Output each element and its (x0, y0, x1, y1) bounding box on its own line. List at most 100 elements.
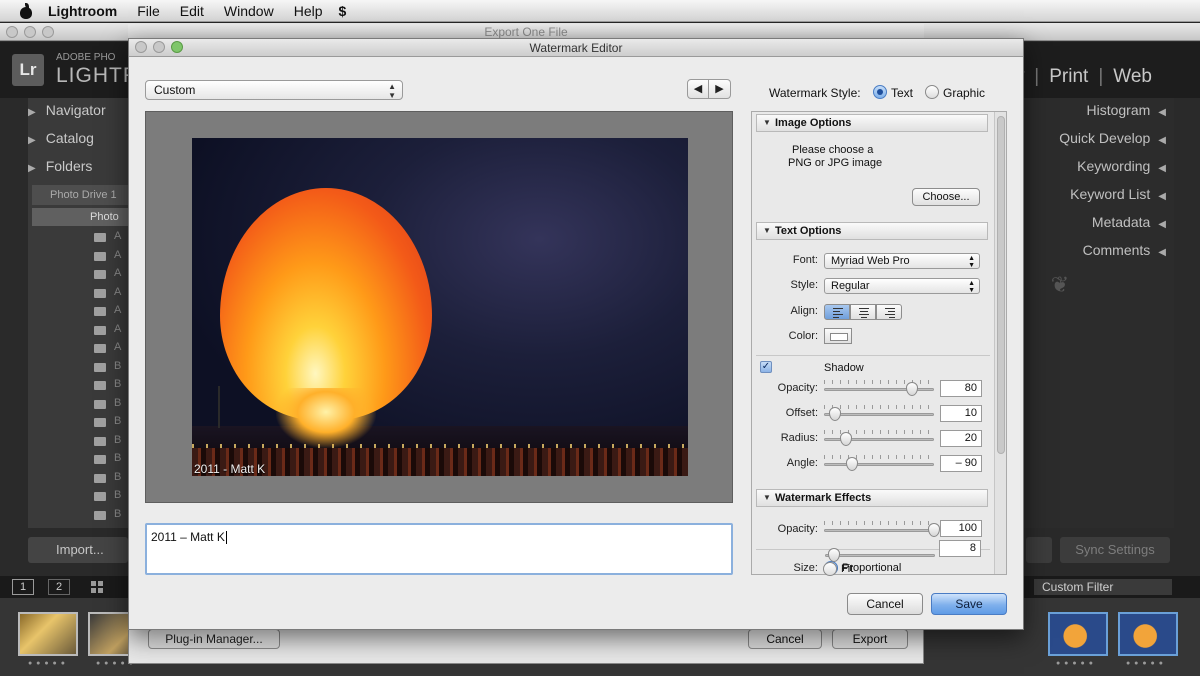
font-style-select[interactable]: Regular ▲ ▼ (824, 278, 980, 294)
shadow-radius-slider[interactable] (824, 430, 934, 446)
style-graphic-label[interactable]: Graphic (943, 86, 985, 100)
folder-item[interactable]: A (114, 304, 121, 316)
text-color-well[interactable] (824, 328, 852, 344)
folder-item[interactable]: B (114, 452, 121, 464)
size-fit-radio[interactable] (823, 562, 837, 576)
effects-opacity-slider[interactable] (824, 521, 940, 537)
align-center-icon[interactable] (850, 304, 876, 320)
shadow-label: Shadow (824, 362, 864, 374)
import-button[interactable]: Import... (28, 537, 128, 563)
folder-item[interactable]: A (114, 230, 121, 242)
slider-knob[interactable] (827, 548, 840, 562)
style-text-radio[interactable] (873, 85, 887, 99)
plugin-manager-button[interactable]: Plug-in Manager... (148, 629, 280, 649)
folder-item[interactable]: B (114, 378, 121, 390)
style-graphic-radio[interactable] (925, 85, 939, 99)
panel-quick-develop[interactable]: Quick Develop ◀ (1059, 130, 1166, 146)
shadow-radius-field[interactable]: 20 (940, 430, 982, 447)
export-button[interactable]: Export (832, 629, 908, 649)
settings-scrollbar[interactable] (994, 112, 1006, 574)
folder-item[interactable]: B (114, 360, 121, 372)
folder-item[interactable]: B (114, 508, 121, 520)
slider-knob[interactable] (845, 457, 858, 471)
slider-knob[interactable] (906, 382, 918, 396)
watermark-effects-header[interactable]: ▼ Watermark Effects (756, 489, 988, 507)
apple-icon[interactable] (18, 2, 34, 19)
menu-lightroom[interactable]: Lightroom (48, 3, 117, 19)
script-menu-icon[interactable]: $ (339, 3, 347, 19)
window-2-button[interactable]: 2 (48, 579, 70, 595)
folder-item[interactable]: A (114, 341, 121, 353)
folder-item[interactable]: A (114, 249, 121, 261)
shadow-checkbox[interactable]: ✓ (760, 361, 772, 373)
panel-metadata[interactable]: Metadata ◀ (1092, 214, 1166, 230)
panel-comments[interactable]: Comments ◀ (1083, 242, 1166, 258)
size-slider[interactable] (825, 548, 935, 562)
size-field[interactable]: 8 (939, 540, 981, 557)
image-options-header[interactable]: ▼ Image Options (756, 114, 988, 132)
window-controls[interactable] (135, 41, 183, 53)
folder-item[interactable]: B (114, 415, 121, 427)
panel-folders[interactable]: ▶ Folders (28, 158, 92, 174)
folder-item[interactable]: A (114, 323, 121, 335)
panel-histogram[interactable]: Histogram ◀ (1087, 102, 1167, 118)
minimize-icon[interactable] (153, 41, 165, 53)
volume-photo-drive[interactable]: Photo Drive 1 (32, 185, 128, 205)
folder-item[interactable]: B (114, 489, 121, 501)
scrollbar-thumb[interactable] (997, 116, 1005, 454)
sync-toggle-button[interactable] (1026, 537, 1052, 563)
folder-item[interactable]: B (114, 471, 121, 483)
slider-knob[interactable] (928, 523, 940, 537)
close-icon[interactable] (135, 41, 147, 53)
align-right-icon[interactable] (876, 304, 902, 320)
grid-view-icon[interactable] (90, 580, 104, 594)
filmstrip-thumbnail[interactable] (1048, 612, 1108, 656)
align-left-icon[interactable] (824, 304, 850, 320)
panel-keyword-list[interactable]: Keyword List ◀ (1070, 186, 1166, 202)
shadow-angle-field[interactable]: – 90 (940, 455, 982, 472)
window-1-button[interactable]: 1 (12, 579, 34, 595)
module-print[interactable]: Print (1049, 66, 1088, 88)
slider-knob[interactable] (829, 407, 841, 421)
export-cancel-button[interactable]: Cancel (748, 629, 822, 649)
next-image-button[interactable]: ▶ (709, 79, 731, 99)
shadow-opacity-slider[interactable] (824, 380, 934, 396)
shadow-offset-slider[interactable] (824, 405, 934, 421)
filter-select[interactable]: Custom Filter (1034, 579, 1172, 595)
preview-watermark-text[interactable]: 2011 - Matt K (194, 462, 265, 476)
menu-file[interactable]: File (137, 3, 160, 19)
folder-item[interactable]: B (114, 434, 121, 446)
menu-bar: Lightroom File Edit Window Help $ (0, 0, 1200, 22)
shadow-opacity-field[interactable]: 80 (940, 380, 982, 397)
shadow-offset-field[interactable]: 10 (940, 405, 982, 422)
previous-image-button[interactable]: ◀ (687, 79, 709, 99)
watermark-text-input[interactable]: 2011 – Matt K (145, 523, 733, 575)
folder-item[interactable]: B (114, 397, 121, 409)
filmstrip-thumbnail[interactable] (1118, 612, 1178, 656)
panel-catalog[interactable]: ▶ Catalog (28, 130, 94, 146)
size-fit-label[interactable]: Fit (841, 563, 853, 575)
menu-window[interactable]: Window (224, 3, 274, 19)
filmstrip-thumbnail[interactable] (18, 612, 78, 656)
slider-knob[interactable] (840, 432, 852, 446)
shadow-angle-slider[interactable] (824, 455, 934, 471)
save-button[interactable]: Save (931, 593, 1007, 615)
menu-edit[interactable]: Edit (180, 3, 204, 19)
choose-image-button[interactable]: Choose... (912, 188, 980, 206)
font-select[interactable]: Myriad Web Pro ▲ ▼ (824, 253, 980, 269)
lightroom-window-controls[interactable] (6, 26, 54, 38)
text-options-header[interactable]: ▼ Text Options (756, 222, 988, 240)
folder-item[interactable]: A (114, 267, 121, 279)
menu-help[interactable]: Help (294, 3, 323, 19)
effects-opacity-field[interactable]: 100 (940, 520, 982, 537)
sync-settings-button[interactable]: Sync Settings (1060, 537, 1170, 563)
panel-navigator[interactable]: ▶ Navigator (28, 102, 106, 118)
preset-select[interactable]: Custom ▲ ▼ (145, 80, 403, 100)
panel-keywording[interactable]: Keywording ◀ (1077, 158, 1166, 174)
module-web[interactable]: Web (1113, 66, 1152, 88)
folder-item[interactable]: A (114, 286, 121, 298)
zoom-icon[interactable] (171, 41, 183, 53)
folder-photos[interactable]: Photo (32, 208, 128, 226)
cancel-button[interactable]: Cancel (847, 593, 923, 615)
style-text-label[interactable]: Text (891, 86, 913, 100)
